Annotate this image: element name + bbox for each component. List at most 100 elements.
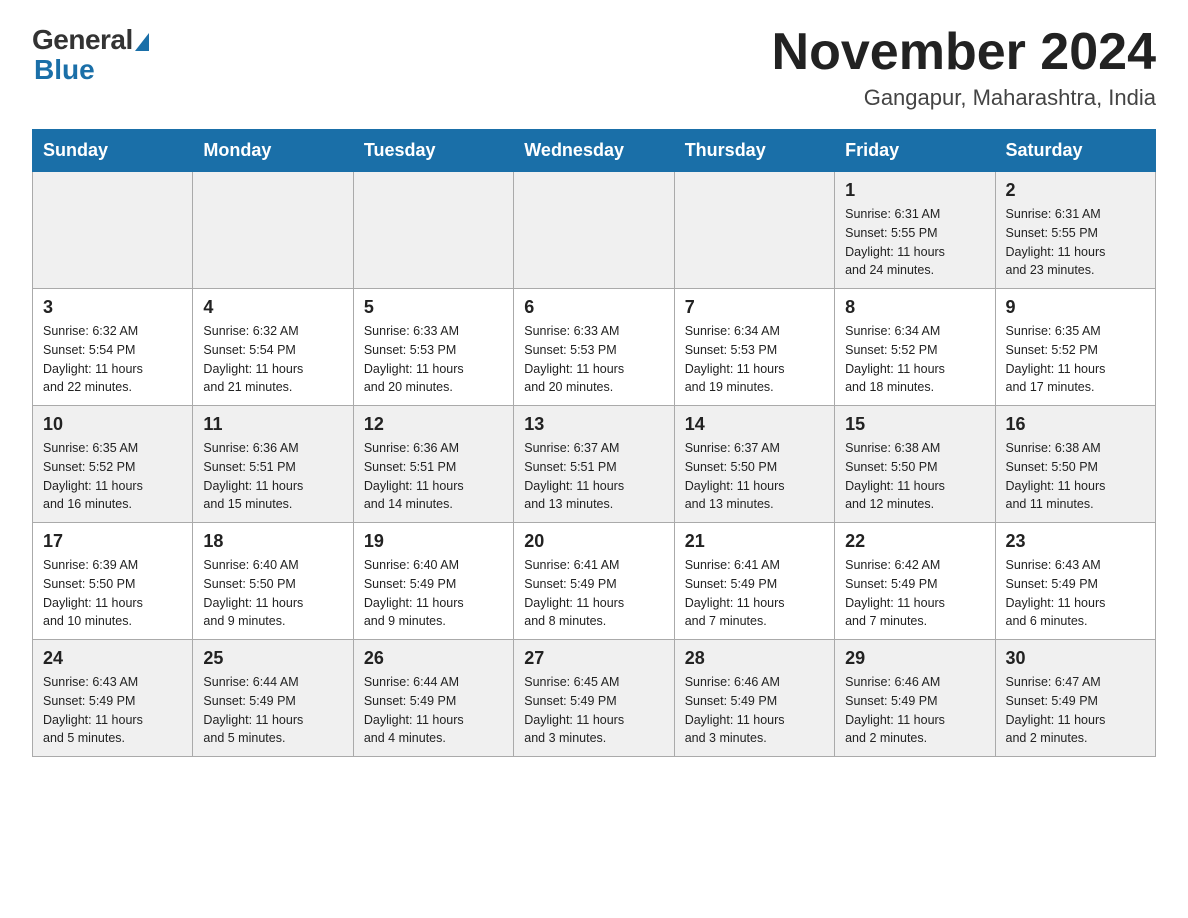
day-info: Sunrise: 6:32 AMSunset: 5:54 PMDaylight:… xyxy=(203,322,342,397)
calendar-cell: 25 Sunrise: 6:44 AMSunset: 5:49 PMDayligh… xyxy=(193,640,353,757)
day-number: 17 xyxy=(43,531,182,552)
day-number: 2 xyxy=(1006,180,1145,201)
week-row-2: 3 Sunrise: 6:32 AMSunset: 5:54 PMDaylight… xyxy=(33,289,1156,406)
calendar-cell xyxy=(193,172,353,289)
day-info: Sunrise: 6:33 AMSunset: 5:53 PMDaylight:… xyxy=(524,322,663,397)
calendar-cell: 18 Sunrise: 6:40 AMSunset: 5:50 PMDayligh… xyxy=(193,523,353,640)
logo-triangle-icon xyxy=(135,33,149,51)
day-info: Sunrise: 6:44 AMSunset: 5:49 PMDaylight:… xyxy=(203,673,342,748)
header-tuesday: Tuesday xyxy=(353,130,513,172)
calendar-cell: 4 Sunrise: 6:32 AMSunset: 5:54 PMDaylight… xyxy=(193,289,353,406)
calendar-cell: 6Sunrise: 6:33 AMSunset: 5:53 PMDaylight… xyxy=(514,289,674,406)
calendar-cell: 19 Sunrise: 6:40 AMSunset: 5:49 PMDayligh… xyxy=(353,523,513,640)
day-number: 7 xyxy=(685,297,824,318)
day-info: Sunrise: 6:42 AMSunset: 5:49 PMDaylight:… xyxy=(845,556,984,631)
calendar-cell: 17 Sunrise: 6:39 AMSunset: 5:50 PMDayligh… xyxy=(33,523,193,640)
day-number: 18 xyxy=(203,531,342,552)
logo-blue-text: Blue xyxy=(34,54,95,86)
day-number: 28 xyxy=(685,648,824,669)
day-number: 14 xyxy=(685,414,824,435)
week-row-1: 1 Sunrise: 6:31 AMSunset: 5:55 PMDaylight… xyxy=(33,172,1156,289)
day-info: Sunrise: 6:31 AMSunset: 5:55 PMDaylight:… xyxy=(845,205,984,280)
day-info: Sunrise: 6:35 AMSunset: 5:52 PMDaylight:… xyxy=(43,439,182,514)
day-number: 8 xyxy=(845,297,984,318)
calendar-cell: 27Sunrise: 6:45 AMSunset: 5:49 PMDayligh… xyxy=(514,640,674,757)
day-info: Sunrise: 6:45 AMSunset: 5:49 PMDaylight:… xyxy=(524,673,663,748)
day-number: 25 xyxy=(203,648,342,669)
day-number: 1 xyxy=(845,180,984,201)
day-info: Sunrise: 6:43 AMSunset: 5:49 PMDaylight:… xyxy=(43,673,182,748)
calendar-cell: 8 Sunrise: 6:34 AMSunset: 5:52 PMDaylight… xyxy=(835,289,995,406)
day-number: 15 xyxy=(845,414,984,435)
day-number: 10 xyxy=(43,414,182,435)
week-row-4: 17 Sunrise: 6:39 AMSunset: 5:50 PMDayligh… xyxy=(33,523,1156,640)
calendar-cell: 15 Sunrise: 6:38 AMSunset: 5:50 PMDayligh… xyxy=(835,406,995,523)
header-thursday: Thursday xyxy=(674,130,834,172)
calendar-cell: 11Sunrise: 6:36 AMSunset: 5:51 PMDayligh… xyxy=(193,406,353,523)
day-info: Sunrise: 6:41 AMSunset: 5:49 PMDaylight:… xyxy=(685,556,824,631)
day-number: 12 xyxy=(364,414,503,435)
day-number: 9 xyxy=(1006,297,1145,318)
day-info: Sunrise: 6:37 AMSunset: 5:50 PMDaylight:… xyxy=(685,439,824,514)
calendar-cell: 23 Sunrise: 6:43 AMSunset: 5:49 PMDayligh… xyxy=(995,523,1155,640)
day-info: Sunrise: 6:36 AMSunset: 5:51 PMDaylight:… xyxy=(364,439,503,514)
week-row-5: 24 Sunrise: 6:43 AMSunset: 5:49 PMDayligh… xyxy=(33,640,1156,757)
day-info: Sunrise: 6:33 AMSunset: 5:53 PMDaylight:… xyxy=(364,322,503,397)
day-info: Sunrise: 6:34 AMSunset: 5:52 PMDaylight:… xyxy=(845,322,984,397)
day-number: 23 xyxy=(1006,531,1145,552)
header-monday: Monday xyxy=(193,130,353,172)
day-info: Sunrise: 6:40 AMSunset: 5:50 PMDaylight:… xyxy=(203,556,342,631)
calendar-cell: 26Sunrise: 6:44 AMSunset: 5:49 PMDayligh… xyxy=(353,640,513,757)
day-number: 30 xyxy=(1006,648,1145,669)
calendar-cell: 2 Sunrise: 6:31 AMSunset: 5:55 PMDaylight… xyxy=(995,172,1155,289)
day-info: Sunrise: 6:39 AMSunset: 5:50 PMDaylight:… xyxy=(43,556,182,631)
logo-general-text: General xyxy=(32,24,133,56)
day-info: Sunrise: 6:46 AMSunset: 5:49 PMDaylight:… xyxy=(845,673,984,748)
calendar-cell: 30Sunrise: 6:47 AMSunset: 5:49 PMDayligh… xyxy=(995,640,1155,757)
calendar-cell: 16 Sunrise: 6:38 AMSunset: 5:50 PMDayligh… xyxy=(995,406,1155,523)
calendar-cell: 14 Sunrise: 6:37 AMSunset: 5:50 PMDayligh… xyxy=(674,406,834,523)
day-number: 21 xyxy=(685,531,824,552)
day-number: 16 xyxy=(1006,414,1145,435)
calendar-table: SundayMondayTuesdayWednesdayThursdayFrid… xyxy=(32,129,1156,757)
header-friday: Friday xyxy=(835,130,995,172)
day-number: 3 xyxy=(43,297,182,318)
calendar-cell: 1 Sunrise: 6:31 AMSunset: 5:55 PMDaylight… xyxy=(835,172,995,289)
day-info: Sunrise: 6:43 AMSunset: 5:49 PMDaylight:… xyxy=(1006,556,1145,631)
day-info: Sunrise: 6:36 AMSunset: 5:51 PMDaylight:… xyxy=(203,439,342,514)
calendar-cell: 24 Sunrise: 6:43 AMSunset: 5:49 PMDayligh… xyxy=(33,640,193,757)
calendar-cell xyxy=(514,172,674,289)
calendar-cell: 22 Sunrise: 6:42 AMSunset: 5:49 PMDayligh… xyxy=(835,523,995,640)
calendar-cell: 5 Sunrise: 6:33 AMSunset: 5:53 PMDaylight… xyxy=(353,289,513,406)
day-info: Sunrise: 6:31 AMSunset: 5:55 PMDaylight:… xyxy=(1006,205,1145,280)
day-info: Sunrise: 6:38 AMSunset: 5:50 PMDaylight:… xyxy=(1006,439,1145,514)
day-number: 24 xyxy=(43,648,182,669)
day-info: Sunrise: 6:44 AMSunset: 5:49 PMDaylight:… xyxy=(364,673,503,748)
calendar-cell xyxy=(33,172,193,289)
day-info: Sunrise: 6:34 AMSunset: 5:53 PMDaylight:… xyxy=(685,322,824,397)
calendar-cell: 3 Sunrise: 6:32 AMSunset: 5:54 PMDaylight… xyxy=(33,289,193,406)
day-number: 13 xyxy=(524,414,663,435)
calendar-cell xyxy=(353,172,513,289)
header-saturday: Saturday xyxy=(995,130,1155,172)
day-info: Sunrise: 6:41 AMSunset: 5:49 PMDaylight:… xyxy=(524,556,663,631)
header: General Blue November 2024 Gangapur, Mah… xyxy=(32,24,1156,111)
calendar-cell: 20 Sunrise: 6:41 AMSunset: 5:49 PMDayligh… xyxy=(514,523,674,640)
header-wednesday: Wednesday xyxy=(514,130,674,172)
weekday-header-row: SundayMondayTuesdayWednesdayThursdayFrid… xyxy=(33,130,1156,172)
day-number: 20 xyxy=(524,531,663,552)
calendar-cell: 29 Sunrise: 6:46 AMSunset: 5:49 PMDayligh… xyxy=(835,640,995,757)
day-number: 19 xyxy=(364,531,503,552)
day-info: Sunrise: 6:46 AMSunset: 5:49 PMDaylight:… xyxy=(685,673,824,748)
day-number: 4 xyxy=(203,297,342,318)
day-info: Sunrise: 6:32 AMSunset: 5:54 PMDaylight:… xyxy=(43,322,182,397)
month-title: November 2024 xyxy=(772,24,1156,81)
logo: General Blue xyxy=(32,24,149,86)
title-section: November 2024 Gangapur, Maharashtra, Ind… xyxy=(772,24,1156,111)
day-info: Sunrise: 6:40 AMSunset: 5:49 PMDaylight:… xyxy=(364,556,503,631)
day-info: Sunrise: 6:38 AMSunset: 5:50 PMDaylight:… xyxy=(845,439,984,514)
week-row-3: 10 Sunrise: 6:35 AMSunset: 5:52 PMDayligh… xyxy=(33,406,1156,523)
day-number: 5 xyxy=(364,297,503,318)
day-number: 22 xyxy=(845,531,984,552)
day-number: 29 xyxy=(845,648,984,669)
